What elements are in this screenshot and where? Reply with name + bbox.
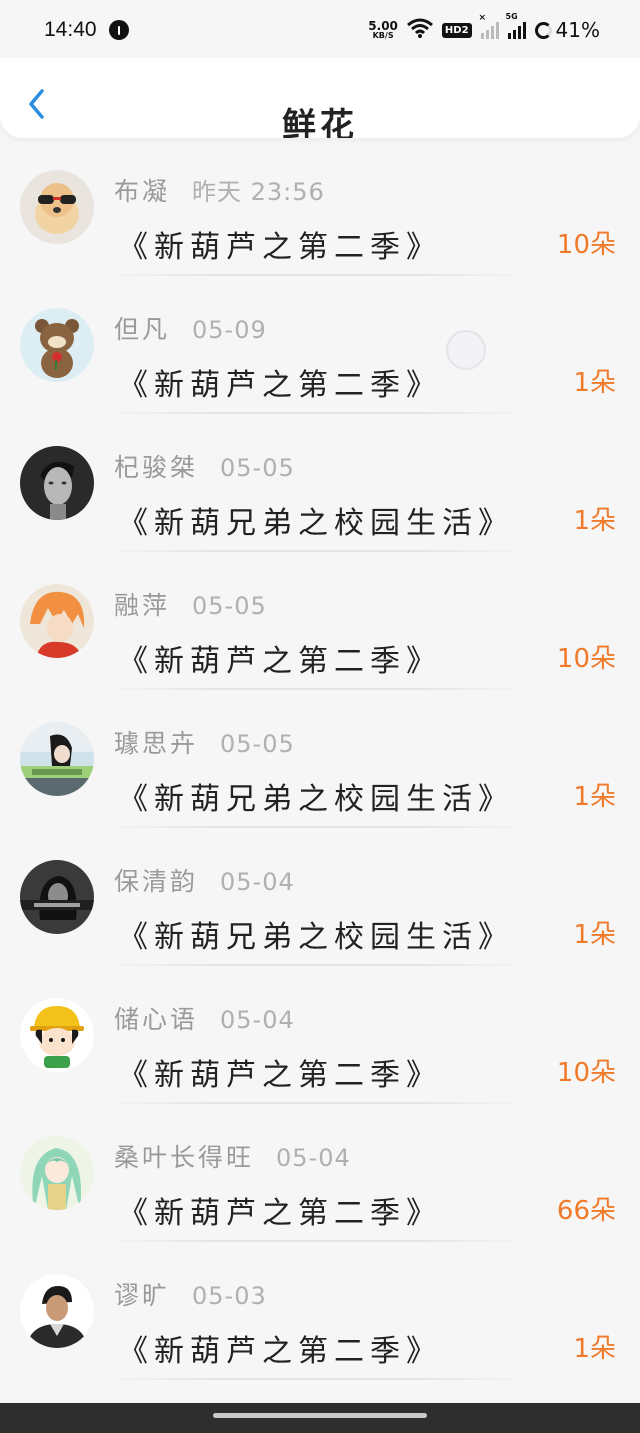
list-item[interactable]: 储心语 05-04 《新葫芦之第二季》 10朵 xyxy=(0,966,640,1104)
avatar[interactable] xyxy=(20,1136,94,1210)
system-nav-bar xyxy=(0,1403,640,1433)
list-item[interactable]: 谬旷 05-03 《新葫芦之第二季》 1朵 xyxy=(0,1242,640,1380)
sender-name: 保清韵 xyxy=(114,867,199,896)
flower-count: 10朵 xyxy=(556,1058,616,1088)
divider xyxy=(104,1378,528,1380)
book-title[interactable]: 《新葫兄弟之校园生活》 xyxy=(118,912,514,956)
flower-count: 10朵 xyxy=(556,644,616,674)
flower-count: 10朵 xyxy=(556,230,616,260)
book-title[interactable]: 《新葫芦之第二季》 xyxy=(118,360,442,404)
nav-header: 鲜花 xyxy=(0,58,640,138)
book-title[interactable]: 《新葫芦之第二季》 xyxy=(118,1188,442,1232)
sender-name: 谬旷 xyxy=(114,1281,171,1310)
list-item[interactable]: 布凝 昨天 23:56 《新葫芦之第二季》 10朵 xyxy=(0,138,640,276)
sender-name: 融萍 xyxy=(114,591,171,620)
network-speed: 5.00 KB/S xyxy=(368,19,398,40)
avatar[interactable] xyxy=(20,1274,94,1348)
list-item[interactable]: 杞骏桀 05-05 《新葫兄弟之校园生活》 1朵 xyxy=(0,414,640,552)
signal-icon-5g: 5G xyxy=(506,12,526,39)
avatar[interactable] xyxy=(20,170,94,244)
flower-count: 1朵 xyxy=(573,1334,616,1364)
sender-name: 杞骏桀 xyxy=(114,453,199,482)
send-time: 05-05 xyxy=(192,592,267,620)
book-title[interactable]: 《新葫芦之第二季》 xyxy=(118,222,442,266)
flower-count: 1朵 xyxy=(573,782,616,812)
touch-ripple xyxy=(446,330,486,370)
send-time: 05-05 xyxy=(220,454,295,482)
avatar[interactable] xyxy=(20,308,94,382)
avatar[interactable] xyxy=(20,584,94,658)
flower-count: 1朵 xyxy=(573,506,616,536)
list-item[interactable]: 但凡 05-09 《新葫芦之第二季》 1朵 xyxy=(0,276,640,414)
send-time: 05-04 xyxy=(276,1144,351,1172)
list-item[interactable]: 融萍 05-05 《新葫芦之第二季》 10朵 xyxy=(0,552,640,690)
sender-name: 储心语 xyxy=(114,1005,199,1034)
signal-icon-sim1: × xyxy=(479,13,499,39)
book-title[interactable]: 《新葫兄弟之校园生活》 xyxy=(118,498,514,542)
battery-icon xyxy=(534,21,552,39)
list-item[interactable]: 保清韵 05-04 《新葫兄弟之校园生活》 1朵 xyxy=(0,828,640,966)
status-time: 14:40 xyxy=(44,18,97,41)
book-title[interactable]: 《新葫兄弟之校园生活》 xyxy=(118,774,514,818)
flower-record-list: 布凝 昨天 23:56 《新葫芦之第二季》 10朵 但凡 05-09 《新葫芦之第二… xyxy=(0,138,640,1380)
sender-name: 桑叶长得旺 xyxy=(114,1143,255,1172)
send-time: 05-04 xyxy=(220,868,295,896)
send-time: 05-09 xyxy=(192,316,267,344)
sender-name: 布凝 xyxy=(114,177,171,206)
list-item[interactable]: 桑叶长得旺 05-04 《新葫芦之第二季》 66朵 xyxy=(0,1104,640,1242)
sender-name: 璩思卉 xyxy=(114,729,199,758)
battery-indicator: 41% xyxy=(534,18,600,42)
home-indicator[interactable] xyxy=(213,1413,427,1418)
avatar[interactable] xyxy=(20,446,94,520)
book-title[interactable]: 《新葫芦之第二季》 xyxy=(118,636,442,680)
notification-icon xyxy=(108,20,129,40)
send-time: 05-03 xyxy=(192,1282,267,1310)
flower-count: 1朵 xyxy=(573,920,616,950)
book-title[interactable]: 《新葫芦之第二季》 xyxy=(118,1050,442,1094)
page-title: 鲜花 xyxy=(282,106,358,138)
hd-badge: HD2 xyxy=(441,22,472,38)
send-time: 05-05 xyxy=(220,730,295,758)
avatar[interactable] xyxy=(20,998,94,1072)
avatar[interactable] xyxy=(20,860,94,934)
send-time: 昨天 23:56 xyxy=(192,178,325,206)
send-time: 05-04 xyxy=(220,1006,295,1034)
book-title[interactable]: 《新葫芦之第二季》 xyxy=(118,1326,442,1370)
list-item[interactable]: 璩思卉 05-05 《新葫兄弟之校园生活》 1朵 xyxy=(0,690,640,828)
flower-count: 1朵 xyxy=(573,368,616,398)
avatar[interactable] xyxy=(20,722,94,796)
wifi-icon xyxy=(406,18,433,43)
status-bar: 14:40 5.00 KB/S HD2 × 5G 41% xyxy=(0,0,640,60)
flower-count: 66朵 xyxy=(556,1196,616,1226)
sender-name: 但凡 xyxy=(114,315,171,344)
